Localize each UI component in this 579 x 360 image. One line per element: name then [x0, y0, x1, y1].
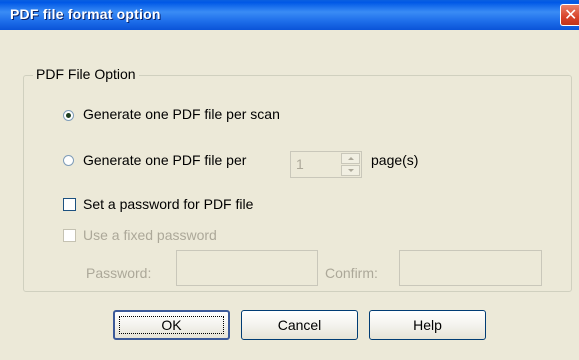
- radio-per-pages-label[interactable]: Generate one PDF file per: [83, 152, 246, 168]
- help-button[interactable]: Help: [369, 310, 486, 340]
- close-icon: ✕: [564, 5, 578, 24]
- confirm-field: [399, 250, 542, 286]
- title-bar[interactable]: PDF file format option ✕: [0, 0, 579, 30]
- group-label: PDF File Option: [33, 66, 139, 82]
- pages-value: 1: [296, 156, 304, 172]
- arrow-up-icon: [348, 157, 354, 160]
- radio-per-pages[interactable]: [63, 155, 74, 166]
- fixed-password-label: Use a fixed password: [83, 227, 217, 243]
- fixed-password-checkbox: [63, 229, 76, 242]
- help-button-label: Help: [413, 317, 442, 333]
- pages-unit-label: page(s): [371, 152, 419, 168]
- confirm-label: Confirm:: [325, 265, 378, 281]
- password-field: [176, 250, 318, 286]
- radio-per-scan[interactable]: [63, 110, 74, 121]
- set-password-checkbox[interactable]: [63, 198, 76, 211]
- pages-spinner[interactable]: 1: [290, 151, 362, 178]
- spin-up-button[interactable]: [341, 153, 360, 164]
- spin-down-button[interactable]: [341, 165, 360, 176]
- cancel-button-label: Cancel: [277, 317, 322, 333]
- pdf-format-dialog: PDF file format option ✕ PDF File Option…: [0, 0, 579, 360]
- close-button[interactable]: ✕: [560, 4, 579, 26]
- set-password-label[interactable]: Set a password for PDF file: [83, 196, 253, 212]
- arrow-down-icon: [348, 169, 354, 172]
- spin-buttons: [341, 153, 360, 176]
- radio-per-scan-label[interactable]: Generate one PDF file per scan: [83, 106, 280, 122]
- dialog-title: PDF file format option: [10, 6, 161, 22]
- ok-button-label: OK: [161, 317, 182, 333]
- ok-button[interactable]: OK: [113, 310, 230, 340]
- password-label: Password:: [86, 265, 152, 281]
- cancel-button[interactable]: Cancel: [241, 310, 358, 340]
